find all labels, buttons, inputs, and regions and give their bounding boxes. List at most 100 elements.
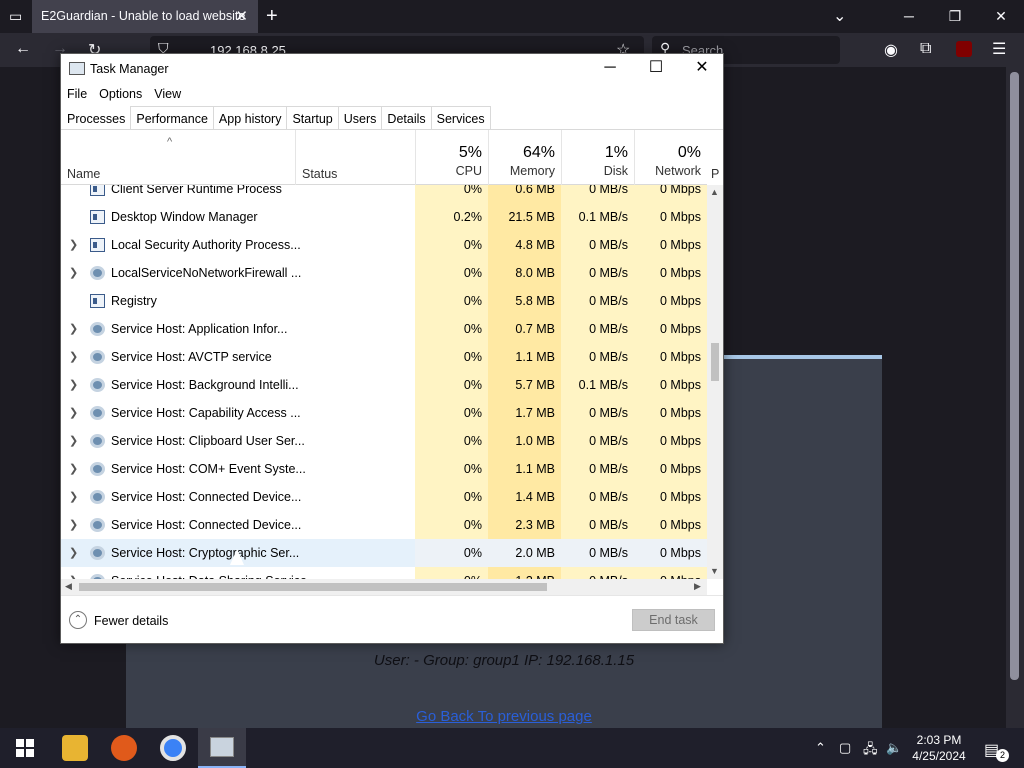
new-tab-icon[interactable]: +: [266, 5, 278, 28]
horizontal-scroll-thumb[interactable]: [79, 583, 547, 591]
chevron-right-icon[interactable]: ❯: [69, 371, 78, 399]
process-network: 0 Mbps: [634, 567, 707, 579]
process-memory: 2.0 MB: [488, 539, 561, 567]
process-row[interactable]: ❯ Service Host: Background Intelli... 0% 5.…: [61, 371, 707, 399]
process-row[interactable]: ❯ Service Host: Connected Device... 0% 2.3 …: [61, 511, 707, 539]
tab-details[interactable]: Details: [381, 106, 432, 129]
chevron-right-icon[interactable]: ❯: [69, 259, 78, 287]
chevron-right-icon[interactable]: ❯: [69, 539, 78, 567]
chevron-right-icon[interactable]: ❯: [69, 455, 78, 483]
fewer-details-link[interactable]: Fewer details: [94, 614, 168, 628]
extensions-icon[interactable]: ⧉: [920, 40, 931, 58]
tm-maximize-icon[interactable]: ☐: [633, 54, 679, 84]
process-disk: 0 MB/s: [561, 483, 634, 511]
process-row[interactable]: ❯ Service Host: AVCTP service 0% 1.1 MB 0 MB…: [61, 343, 707, 371]
col-memory[interactable]: 64% Memory: [488, 130, 561, 185]
gear-icon: [90, 490, 105, 504]
process-row[interactable]: Registry 0% 5.8 MB 0 MB/s 0 Mbps: [61, 287, 707, 315]
tab-strip: Processes Performance App history Startup Us…: [61, 106, 723, 130]
scroll-down-icon[interactable]: ▼: [710, 566, 719, 576]
restore-icon[interactable]: ❐: [932, 4, 978, 28]
chevron-up-icon[interactable]: ⌃: [69, 611, 87, 629]
chrome-icon[interactable]: [160, 735, 186, 761]
show-hidden-icons-icon[interactable]: ⌃: [815, 740, 826, 756]
gear-icon: [90, 406, 105, 420]
process-row[interactable]: ❯ Service Host: COM+ Event Syste... 0% 1.1 …: [61, 455, 707, 483]
col-power[interactable]: P: [711, 167, 719, 181]
col-name[interactable]: Name: [67, 167, 100, 181]
col-network[interactable]: 0% Network: [634, 130, 707, 185]
clock[interactable]: 2:03 PM 4/25/2024: [900, 732, 978, 764]
process-memory: 1.1 MB: [488, 455, 561, 483]
process-name: Client Server Runtime Process: [111, 185, 282, 196]
process-disk: 0.1 MB/s: [561, 203, 634, 231]
process-row[interactable]: ❯ Service Host: Cryptographic Ser... 0% 2.0…: [61, 539, 707, 567]
list-all-tabs-icon[interactable]: ⌄: [833, 6, 846, 26]
ublock-icon[interactable]: [956, 41, 972, 57]
browser-tab[interactable]: E2Guardian - Unable to load website ✕: [32, 0, 258, 33]
tablet-icon[interactable]: ▢: [839, 740, 851, 756]
scroll-left-icon[interactable]: ◀: [65, 581, 72, 592]
process-row[interactable]: Desktop Window Manager 0.2% 21.5 MB 0.1 MB/…: [61, 203, 707, 231]
clock-date: 4/25/2024: [912, 749, 966, 763]
disk-label: Disk: [603, 164, 628, 178]
process-row[interactable]: ❯ Service Host: Application Infor... 0% 0.7…: [61, 315, 707, 343]
account-icon[interactable]: ◉: [884, 40, 898, 60]
gear-icon: [90, 546, 105, 560]
tab-services[interactable]: Services: [430, 106, 491, 129]
network-icon[interactable]: 🖧: [863, 740, 878, 762]
chevron-right-icon[interactable]: ❯: [69, 343, 78, 371]
task-manager-taskbar-button[interactable]: [198, 728, 246, 768]
chevron-right-icon[interactable]: ❯: [69, 483, 78, 511]
process-memory: 1.3 MB: [488, 567, 561, 579]
col-cpu[interactable]: 5% CPU: [415, 130, 488, 185]
process-network: 0 Mbps: [634, 483, 707, 511]
tab-performance[interactable]: Performance: [130, 106, 214, 129]
back-icon[interactable]: ←: [15, 40, 31, 58]
close-window-icon[interactable]: ✕: [978, 4, 1024, 28]
scroll-right-icon[interactable]: ▶: [694, 581, 701, 592]
page-scrollbar-thumb[interactable]: [1010, 72, 1019, 680]
process-row[interactable]: ❯ Service Host: Connected Device... 0% 1.4 …: [61, 483, 707, 511]
tab-close-icon[interactable]: ✕: [235, 7, 248, 25]
windows-start-icon[interactable]: [16, 739, 34, 757]
process-cpu: 0%: [415, 287, 488, 315]
process-name: Service Host: Connected Device...: [111, 490, 302, 504]
process-row[interactable]: ❯ Service Host: Clipboard User Ser... 0% 1.…: [61, 427, 707, 455]
go-back-link[interactable]: Go Back To previous page: [126, 708, 882, 725]
process-row[interactable]: ❯ LocalServiceNoNetworkFirewall ... 0% 8.0 …: [61, 259, 707, 287]
title-bar[interactable]: Task Manager ─ ☐ ✕: [61, 54, 723, 84]
tab-startup[interactable]: Startup: [286, 106, 339, 129]
menu-options[interactable]: Options: [93, 84, 148, 101]
chevron-right-icon[interactable]: ❯: [69, 399, 78, 427]
menu-view[interactable]: View: [148, 84, 187, 101]
process-name: Service Host: Clipboard User Ser...: [111, 434, 305, 448]
tm-minimize-icon[interactable]: ─: [587, 54, 633, 84]
chevron-right-icon[interactable]: ❯: [69, 567, 78, 579]
tab-list-icon[interactable]: ▭: [9, 8, 22, 25]
chevron-right-icon[interactable]: ❯: [69, 315, 78, 343]
firefox-icon[interactable]: [111, 735, 137, 761]
scroll-up-icon[interactable]: ▲: [710, 187, 719, 197]
process-row[interactable]: Client Server Runtime Process 0% 0.6 MB 0 M…: [61, 185, 707, 203]
end-task-button[interactable]: End task: [632, 609, 715, 631]
chevron-right-icon[interactable]: ❯: [69, 427, 78, 455]
tab-users[interactable]: Users: [337, 106, 383, 129]
window-icon: [90, 210, 105, 224]
tab-app-history[interactable]: App history: [212, 106, 288, 129]
process-row[interactable]: ❯ Service Host: Capability Access ... 0% 1.…: [61, 399, 707, 427]
chevron-right-icon[interactable]: ❯: [69, 231, 78, 259]
col-status[interactable]: Status: [295, 130, 415, 185]
chevron-right-icon[interactable]: ❯: [69, 511, 78, 539]
process-row[interactable]: ❯ Local Security Authority Process... 0% 4.…: [61, 231, 707, 259]
minimize-icon[interactable]: ─: [886, 4, 932, 28]
vertical-scroll-thumb[interactable]: [711, 343, 719, 381]
menu-file[interactable]: File: [61, 84, 93, 101]
col-disk[interactable]: 1% Disk: [561, 130, 634, 185]
menu-icon[interactable]: ☰: [992, 39, 1006, 59]
vertical-scrollbar[interactable]: ▲ ▼: [707, 185, 723, 579]
file-explorer-icon[interactable]: [62, 735, 88, 761]
process-row[interactable]: ❯ Service Host: Data Sharing Service 0%1.3…: [61, 567, 707, 579]
tm-close-icon[interactable]: ✕: [679, 54, 725, 84]
tab-processes[interactable]: Processes: [61, 106, 132, 129]
